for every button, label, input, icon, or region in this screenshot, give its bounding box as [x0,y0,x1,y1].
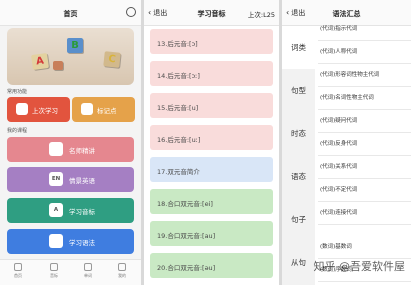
lesson-label: 18.合口双元音:[ei] [157,200,213,208]
small-block [53,61,63,70]
grammar-list-item[interactable]: (代词)疑问代词 [318,110,411,133]
grammar-icon [49,234,63,248]
lesson-label: 20.合口双元音:[əu] [157,264,216,272]
grammar-list-item[interactable]: (代词)指示代词 [318,18,411,41]
category-item[interactable]: 时态 [282,112,315,155]
nav-label: 单词 [84,273,92,278]
bookmark-icon [81,103,93,115]
lesson-label: 13.后元音:[ɔ] [157,40,198,48]
phonetic-icon: A [49,203,63,217]
course-situational-english[interactable]: EN 情景英语 [7,167,134,192]
grammar-list-item[interactable]: (代词)名词性物主代词 [318,87,411,110]
history-icon [16,103,28,115]
grammar-list-item[interactable]: (代词)不定代词 [318,179,411,202]
grammar-list-item[interactable]: (代词)形容词性物主代词 [318,64,411,87]
phonetic-nav-icon [50,263,58,271]
home-icon [14,263,22,271]
letter-block-a: A [31,52,49,71]
nav-label: 音标 [50,273,58,278]
grammar-list-item[interactable]: (代词)关系代词 [318,156,411,179]
letter-block-c: C [103,51,121,68]
lesson-item[interactable]: 20.合口双元音:[əu] [150,253,273,278]
course-phonetics[interactable]: A 学习音标 [7,198,134,223]
course-grammar[interactable]: 学习语法 [7,229,134,254]
en-icon: EN [49,172,63,186]
block-letter: B [71,40,79,51]
grammar-list-item[interactable]: (代词)反身代词 [318,133,411,156]
my-courses-label: 我的课程 [7,128,28,134]
watermark: 知乎 @吾爱软件屋 [313,260,406,273]
bottom-nav: 首页 音标 单词 我的 [0,259,141,285]
course-label: 名师精讲 [69,147,95,155]
block-letter: C [107,53,117,66]
lesson-label: 16.后元音:[uː] [157,136,201,144]
lesson-item[interactable]: 14.后元音:[ɔː] [150,61,273,86]
lesson-item[interactable]: 17.双元音简介 [150,157,273,182]
course-label: 情景英语 [69,177,95,185]
last-study-button[interactable]: 上次学习 [7,97,70,122]
category-item[interactable]: 句型 [282,69,315,112]
home-screen: 首页 A B C 常用功能 上次学习 标记点 我的课程 名师精讲 EN 情景英语… [0,0,141,285]
category-sidebar: 词类 句型 时态 语态 句子 从句 [282,26,315,285]
category-item[interactable]: 句子 [282,198,315,241]
bookmark-label: 标记点 [97,107,117,115]
last-study-label: 上次学习 [32,107,58,115]
letter-block-b: B [67,38,83,53]
grammar-list-item[interactable]: (数词)基数词 [318,236,411,259]
lesson-label: 19.合口双元音:[au] [157,232,216,240]
category-item[interactable]: 语态 [282,155,315,198]
home-title: 首页 [63,10,78,18]
home-header: 首页 [0,0,141,26]
last-lesson-indicator[interactable]: 上次:L25 [248,9,275,19]
lesson-label: 15.后元音:[u] [157,104,199,112]
bookmark-button[interactable]: 标记点 [72,97,135,122]
home-banner[interactable]: A B C [7,28,134,85]
grammar-list-item[interactable]: (代词)人称代词 [318,41,411,64]
lesson-item[interactable]: 15.后元音:[u] [150,93,273,118]
grammar-screen: ‹ 退出 语法汇总 词类 句型 时态 语态 句子 从句 (代词)指示代词 (代词)… [282,0,411,285]
lesson-item[interactable]: 19.合口双元音:[au] [150,221,273,246]
lesson-label: 17.双元音简介 [157,168,200,176]
lesson-label: 14.后元音:[ɔː] [157,72,200,80]
lesson-item[interactable]: 13.后元音:[ɔ] [150,29,273,54]
profile-icon [118,263,126,271]
teacher-icon [49,142,63,156]
course-label: 学习语法 [69,239,95,247]
block-letter: A [35,55,45,68]
nav-item-phonetics[interactable]: 音标 [40,263,68,279]
nav-item-home[interactable]: 首页 [4,263,32,279]
nav-label: 我的 [118,273,126,278]
grammar-list-item[interactable]: (代词)连接代词 [318,202,411,225]
nav-item-words[interactable]: 单词 [74,263,102,279]
phonetics-header: ‹ 退出 学习音标 上次:L25 [144,0,279,26]
nav-item-me[interactable]: 我的 [108,263,136,279]
lesson-item[interactable]: 18.合口双元音:[ei] [150,189,273,214]
category-item[interactable]: 从句 [282,241,315,284]
course-label: 学习音标 [69,208,95,216]
face-icon[interactable] [126,7,136,17]
course-teacher-lectures[interactable]: 名师精讲 [7,137,134,162]
category-item[interactable]: 词类 [282,26,315,69]
nav-label: 首页 [14,273,22,278]
phonetics-screen: ‹ 退出 学习音标 上次:L25 13.后元音:[ɔ] 14.后元音:[ɔː] 1… [144,0,279,285]
words-icon [84,263,92,271]
lesson-item[interactable]: 16.后元音:[uː] [150,125,273,150]
common-functions-label: 常用功能 [7,89,28,95]
